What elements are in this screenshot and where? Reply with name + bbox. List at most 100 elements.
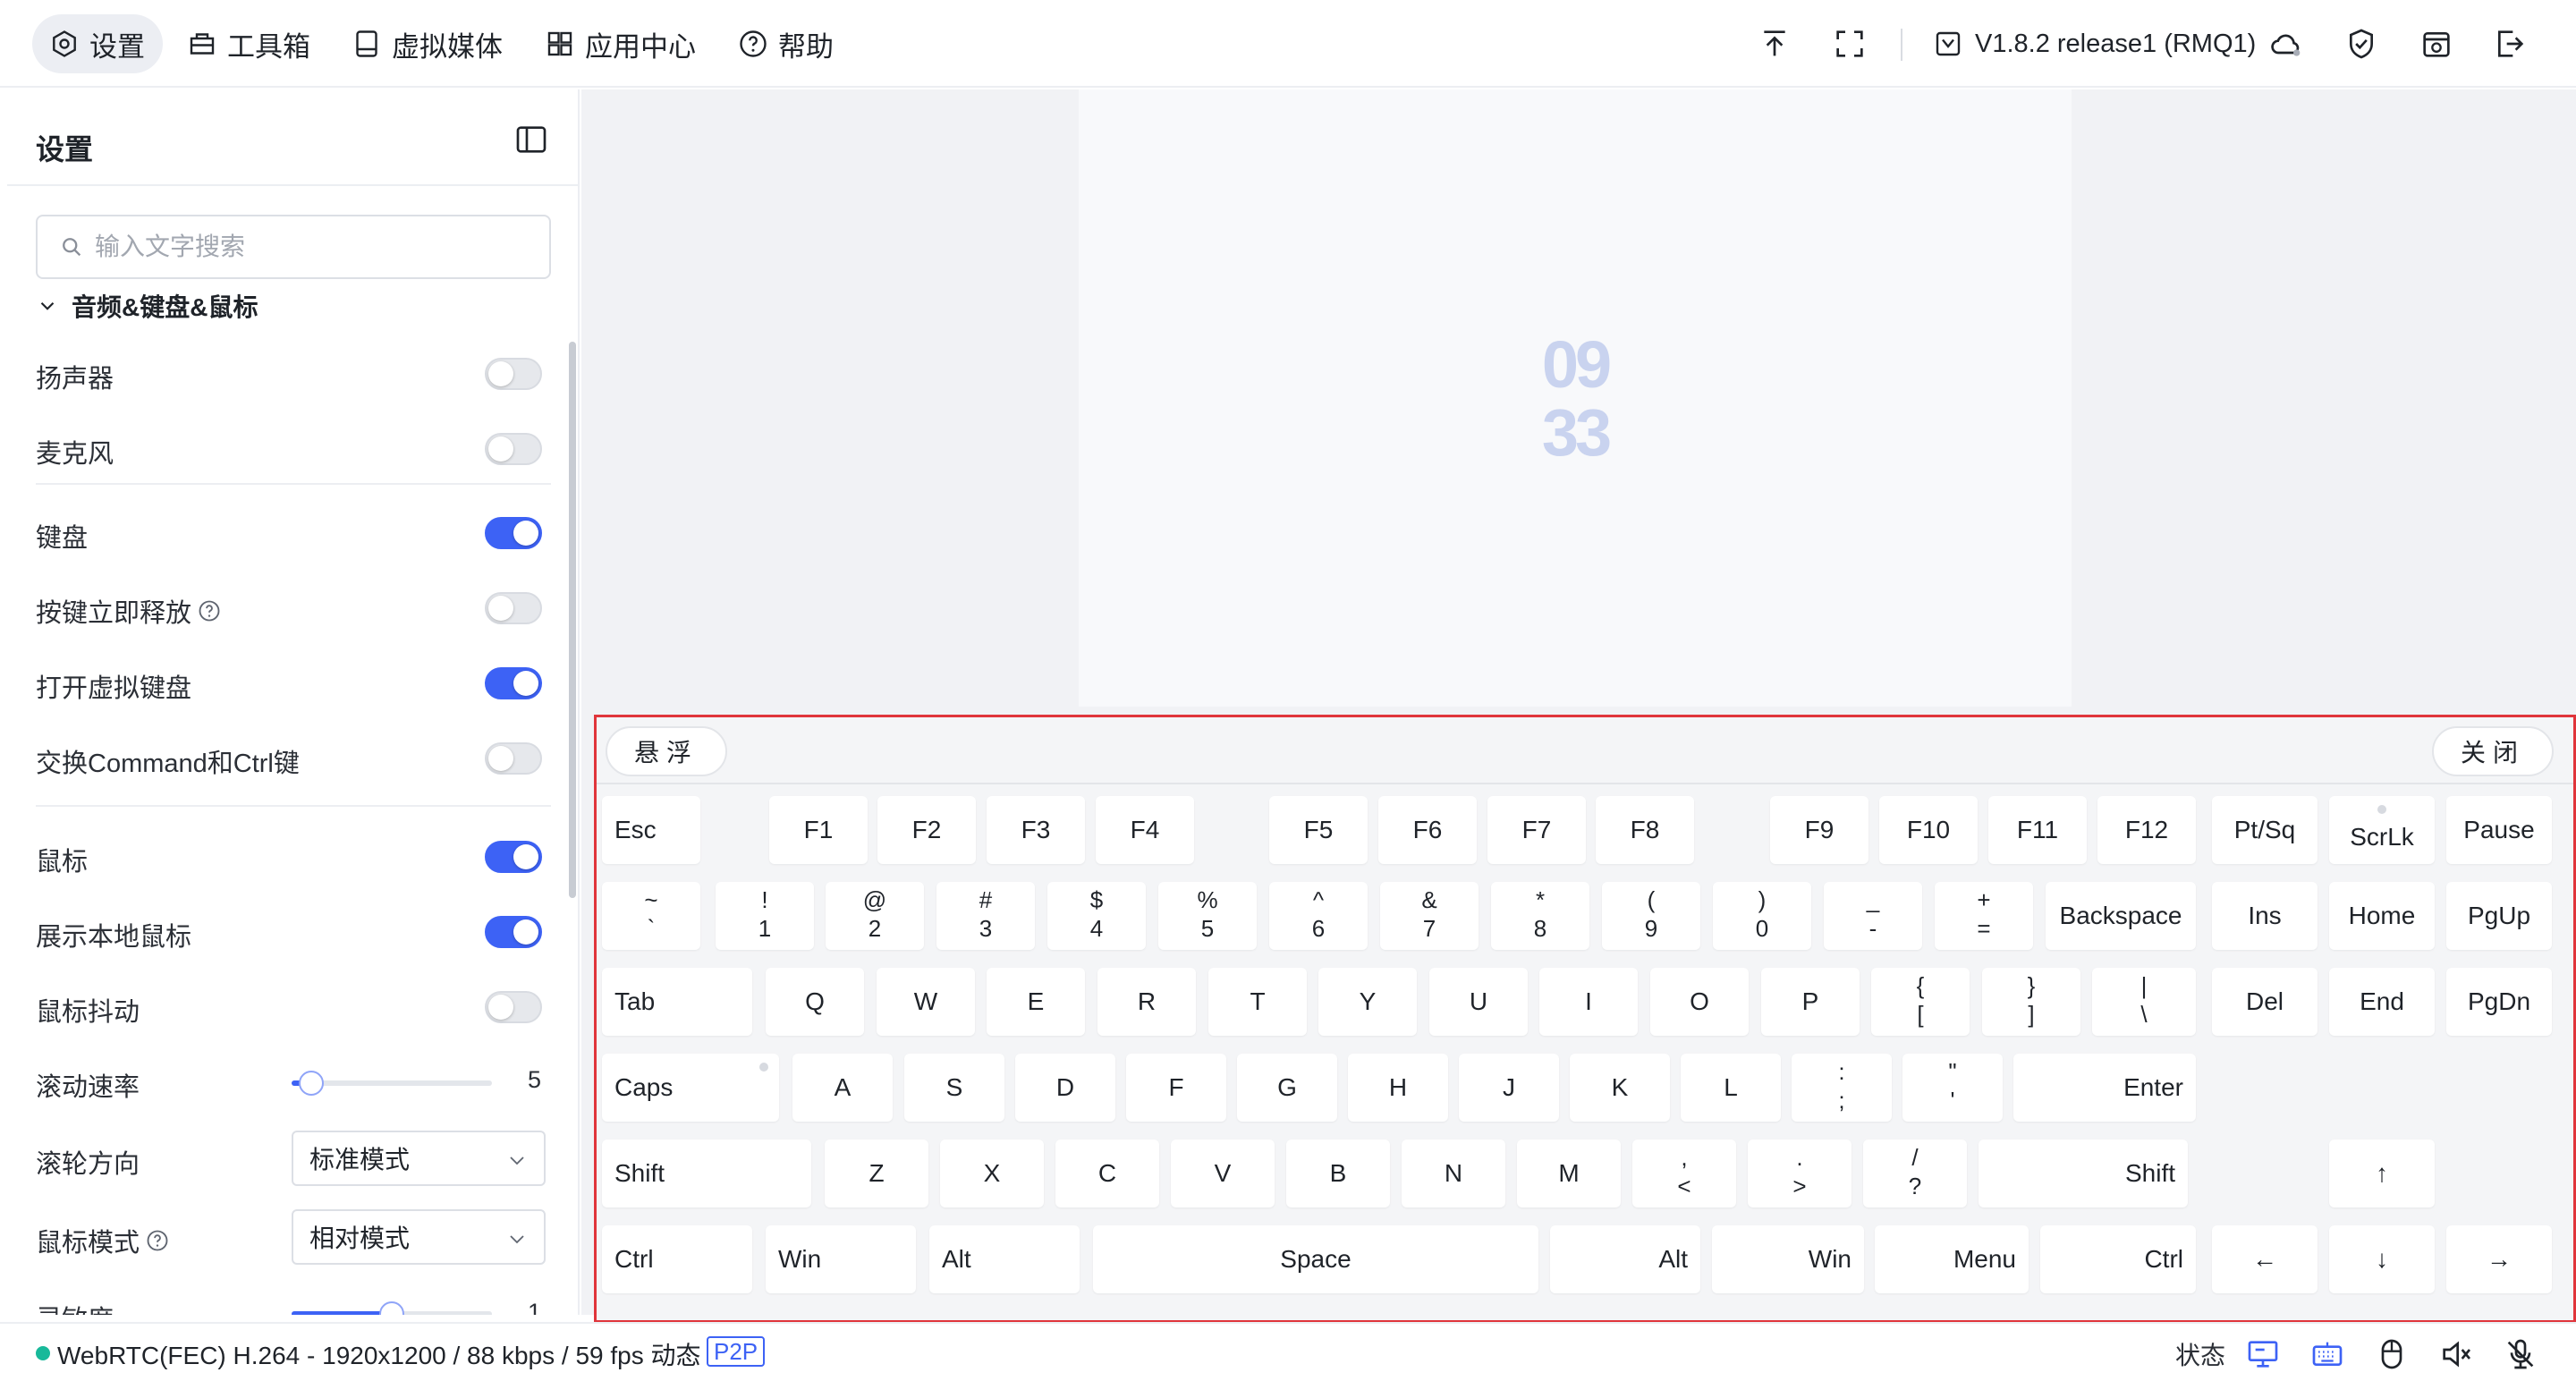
key-space[interactable]: Space xyxy=(1093,1225,1538,1293)
mouse-icon[interactable] xyxy=(2374,1336,2410,1372)
section-audio-keyboard-mouse[interactable]: 音频&键盘&鼠标 xyxy=(36,288,258,324)
nav-help[interactable]: 帮助 xyxy=(721,14,852,73)
settings-search-input[interactable] xyxy=(95,233,542,261)
key-f10[interactable]: F10 xyxy=(1879,796,1978,864)
key-b[interactable]: B xyxy=(1286,1140,1390,1207)
key-f11[interactable]: F11 xyxy=(1988,796,2087,864)
key-ctrl[interactable]: Ctrl xyxy=(2040,1225,2196,1293)
cloud-button[interactable] xyxy=(2267,24,2306,64)
help-circle-icon[interactable] xyxy=(145,1228,170,1253)
key-t[interactable]: T xyxy=(1208,968,1307,1036)
logout-button[interactable] xyxy=(2490,24,2529,64)
key-3[interactable]: #3 xyxy=(936,882,1035,950)
local-cursor-toggle[interactable] xyxy=(485,916,542,948)
key-0[interactable]: ) 0 xyxy=(1713,882,1811,950)
key-backspace[interactable]: Backspace xyxy=(2046,882,2196,950)
version-info[interactable]: V1.8.2 release1 (RMQ1) xyxy=(1932,24,2256,64)
key-o[interactable]: O xyxy=(1650,968,1749,1036)
key-del[interactable]: Del xyxy=(2212,968,2318,1036)
key-5[interactable]: % 5 xyxy=(1158,882,1257,950)
key-release-toggle[interactable] xyxy=(485,592,542,624)
key-i[interactable]: I xyxy=(1539,968,1638,1036)
key-pt-sq[interactable]: Pt/Sq xyxy=(2212,796,2318,864)
key-pgdn[interactable]: PgDn xyxy=(2446,968,2552,1036)
key-j[interactable]: J xyxy=(1459,1054,1559,1122)
key-a[interactable]: A xyxy=(792,1054,893,1122)
key-menu[interactable]: Menu xyxy=(1875,1225,2029,1293)
key-shift[interactable]: Shift xyxy=(1979,1140,2188,1207)
key-f1[interactable]: F1 xyxy=(769,796,868,864)
virtual-keyboard-toggle[interactable] xyxy=(485,667,542,699)
key-h[interactable]: H xyxy=(1348,1054,1448,1122)
key-n[interactable]: N xyxy=(1402,1140,1505,1207)
slider-handle[interactable] xyxy=(379,1301,404,1315)
key-tab[interactable]: Tab xyxy=(602,968,752,1036)
mouse-toggle[interactable] xyxy=(485,841,542,873)
wheel-direction-select[interactable]: 标准模式 xyxy=(292,1131,546,1186)
key-arrow-down[interactable]: ↓ xyxy=(2329,1225,2435,1293)
status-label[interactable]: 状态 xyxy=(2175,1336,2225,1372)
key-x[interactable]: X xyxy=(940,1140,1044,1207)
key-pgup[interactable]: PgUp xyxy=(2446,882,2552,950)
key-f2[interactable]: F2 xyxy=(877,796,976,864)
float-keyboard-button[interactable]: 悬浮 xyxy=(606,726,728,776)
key-ins[interactable]: Ins xyxy=(2212,882,2318,950)
key-close-bracket[interactable]: }] xyxy=(1982,968,2080,1036)
key-s[interactable]: S xyxy=(904,1054,1004,1122)
key-4[interactable]: $4 xyxy=(1047,882,1146,950)
key-c[interactable]: C xyxy=(1055,1140,1159,1207)
key-u[interactable]: U xyxy=(1429,968,1528,1036)
key-pause[interactable]: Pause xyxy=(2446,796,2552,864)
key-f7[interactable]: F7 xyxy=(1487,796,1586,864)
key-win[interactable]: Win xyxy=(766,1225,916,1293)
mouse-mode-select[interactable]: 相对模式 xyxy=(292,1209,546,1265)
key-9[interactable]: (9 xyxy=(1602,882,1700,950)
key-arrow-left[interactable]: ← xyxy=(2212,1225,2318,1293)
key-tilde[interactable]: ~ ` xyxy=(602,882,700,950)
key-quote[interactable]: " ' xyxy=(1902,1054,2003,1122)
key-alt[interactable]: Alt xyxy=(929,1225,1080,1293)
key-l[interactable]: L xyxy=(1681,1054,1781,1122)
settings-scrollbar[interactable] xyxy=(569,342,576,898)
key-ctrl[interactable]: Ctrl xyxy=(602,1225,752,1293)
key-f12[interactable]: F12 xyxy=(2097,796,2196,864)
key-caps[interactable]: Caps xyxy=(602,1054,779,1122)
keyboard-toggle[interactable] xyxy=(485,517,542,549)
key-arrow-up[interactable]: ↑ xyxy=(2329,1140,2435,1207)
key-q[interactable]: Q xyxy=(766,968,864,1036)
scroll-rate-slider[interactable] xyxy=(292,1071,492,1096)
sensitivity-slider[interactable] xyxy=(292,1301,492,1315)
key-semicolon[interactable]: :; xyxy=(1792,1054,1892,1122)
key-alt[interactable]: Alt xyxy=(1550,1225,1700,1293)
key-y[interactable]: Y xyxy=(1318,968,1417,1036)
settings-search-box[interactable] xyxy=(36,215,551,279)
panel-toggle-icon[interactable] xyxy=(513,122,549,157)
key-f8[interactable]: F8 xyxy=(1596,796,1694,864)
key-8[interactable]: * 8 xyxy=(1491,882,1589,950)
key-f6[interactable]: F6 xyxy=(1378,796,1477,864)
key-minus[interactable]: _ - xyxy=(1824,882,1922,950)
key-comma[interactable]: , < xyxy=(1632,1140,1736,1207)
key-d[interactable]: D xyxy=(1015,1054,1115,1122)
key-k[interactable]: K xyxy=(1570,1054,1670,1122)
help-circle-icon[interactable] xyxy=(197,598,222,623)
key-f3[interactable]: F3 xyxy=(987,796,1085,864)
key-f9[interactable]: F9 xyxy=(1770,796,1868,864)
key-end[interactable]: End xyxy=(2329,968,2435,1036)
key-f4[interactable]: F4 xyxy=(1096,796,1194,864)
key-win[interactable]: Win xyxy=(1712,1225,1864,1293)
key-g[interactable]: G xyxy=(1237,1054,1337,1122)
mouse-jiggle-toggle[interactable] xyxy=(485,991,542,1023)
key-home[interactable]: Home xyxy=(2329,882,2435,950)
nav-app-center[interactable]: 应用中心 xyxy=(528,14,714,73)
key-2[interactable]: @2 xyxy=(826,882,924,950)
key-p[interactable]: P xyxy=(1761,968,1860,1036)
key-r[interactable]: R xyxy=(1097,968,1196,1036)
key-w[interactable]: W xyxy=(877,968,975,1036)
nav-settings[interactable]: 设置 xyxy=(32,14,163,73)
key-1[interactable]: ! 1 xyxy=(716,882,814,950)
microphone-toggle[interactable] xyxy=(485,433,542,465)
upload-button[interactable] xyxy=(1755,24,1794,64)
key-7[interactable]: & 7 xyxy=(1380,882,1479,950)
key-equals[interactable]: + = xyxy=(1935,882,2033,950)
